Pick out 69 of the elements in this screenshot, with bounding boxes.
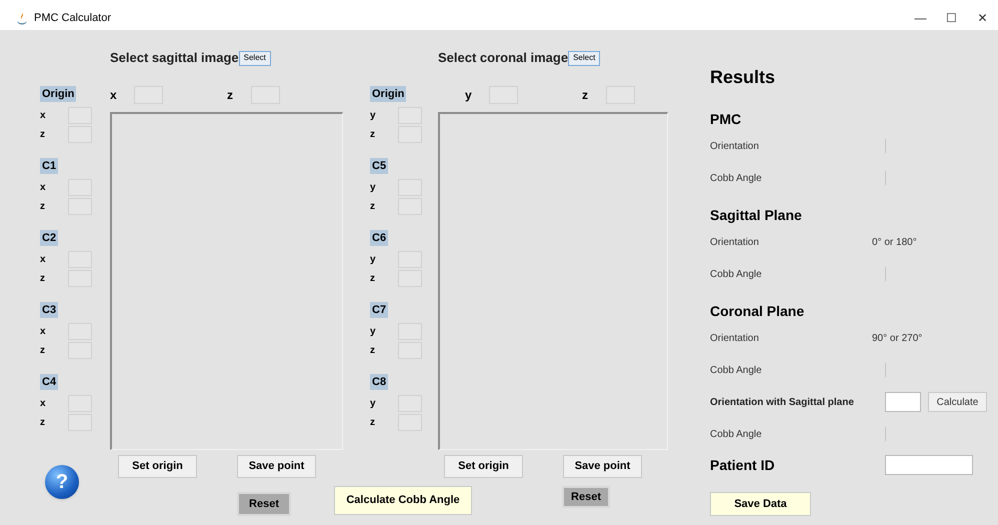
- axis-label: y: [370, 325, 377, 339]
- field-label: Orientation: [710, 236, 760, 250]
- marker-label: C8: [370, 374, 388, 390]
- field-label: Patient ID: [710, 456, 776, 474]
- axis-label: x: [40, 181, 47, 195]
- field-label: Cobb Angle: [710, 364, 763, 378]
- field-value: 0° or 180°: [872, 236, 917, 250]
- marker-label: C3: [40, 302, 58, 318]
- select-button[interactable]: Select: [238, 50, 271, 66]
- calculate-cobb-angle-button[interactable]: Calculate Cobb Angle: [334, 486, 472, 515]
- save-point-button[interactable]: Save point: [563, 455, 642, 478]
- marker-label: C6: [370, 230, 388, 246]
- axis-label: z: [40, 200, 46, 214]
- axis-label: z: [227, 87, 234, 104]
- axis-label: x: [40, 253, 47, 267]
- axis-label: z: [370, 344, 376, 358]
- reset-button[interactable]: Reset: [237, 492, 291, 516]
- field-label: Orientation with Sagittal plane: [710, 396, 855, 410]
- maximize-button[interactable]: ☐: [936, 9, 967, 27]
- section-heading: PMC: [710, 110, 742, 129]
- axis-label: z: [582, 87, 589, 104]
- reset-button[interactable]: Reset: [562, 486, 610, 508]
- app-icon: [16, 12, 28, 24]
- axis-label: y: [370, 109, 377, 123]
- axis-label: x: [110, 87, 118, 104]
- section-heading: Select coronal image: [438, 49, 568, 68]
- minimize-button[interactable]: —: [905, 9, 936, 27]
- field-label: Cobb Angle: [710, 268, 763, 282]
- marker-label: C2: [40, 230, 58, 246]
- axis-label: y: [370, 397, 377, 411]
- section-heading: Sagittal Plane: [710, 206, 803, 225]
- calculate-button[interactable]: Calculate: [928, 392, 987, 412]
- axis-label: x: [40, 325, 47, 339]
- set-origin-button[interactable]: Set origin: [444, 455, 523, 478]
- axis-label: z: [40, 128, 46, 142]
- window-title: PMC Calculator: [34, 10, 112, 26]
- field-label: Cobb Angle: [710, 172, 763, 186]
- set-origin-button[interactable]: Set origin: [118, 455, 197, 478]
- section-heading: Select sagittal image: [110, 49, 239, 68]
- marker-label: C7: [370, 302, 388, 318]
- section-heading: Coronal Plane: [710, 302, 806, 321]
- axis-label: y: [465, 87, 473, 104]
- axis-label: y: [370, 253, 377, 267]
- marker-label: Origin: [40, 86, 76, 102]
- field-label: Orientation: [710, 332, 760, 346]
- field-value: 90° or 270°: [872, 332, 922, 346]
- axis-label: z: [370, 416, 376, 430]
- axis-label: x: [40, 109, 47, 123]
- marker-label: C4: [40, 374, 58, 390]
- save-point-button[interactable]: Save point: [237, 455, 316, 478]
- axis-label: y: [370, 181, 377, 195]
- axis-label: z: [40, 416, 46, 430]
- axis-label: z: [370, 272, 376, 286]
- axis-label: z: [40, 344, 46, 358]
- orientation-field[interactable]: [885, 392, 921, 412]
- marker-label: C5: [370, 158, 388, 174]
- axis-label: z: [370, 200, 376, 214]
- results-title: Results: [710, 66, 776, 88]
- patient-id-field[interactable]: [885, 455, 973, 475]
- field-label: Cobb Angle: [710, 428, 763, 442]
- axis-label: z: [370, 128, 376, 142]
- marker-label: C1: [40, 158, 58, 174]
- save-data-button[interactable]: Save Data: [710, 492, 811, 516]
- axis-label: x: [40, 397, 47, 411]
- close-button[interactable]: ✕: [967, 9, 998, 27]
- field-label: Orientation: [710, 140, 760, 154]
- select-button[interactable]: Select: [568, 50, 600, 66]
- axis-label: z: [40, 272, 46, 286]
- marker-label: Origin: [370, 86, 406, 102]
